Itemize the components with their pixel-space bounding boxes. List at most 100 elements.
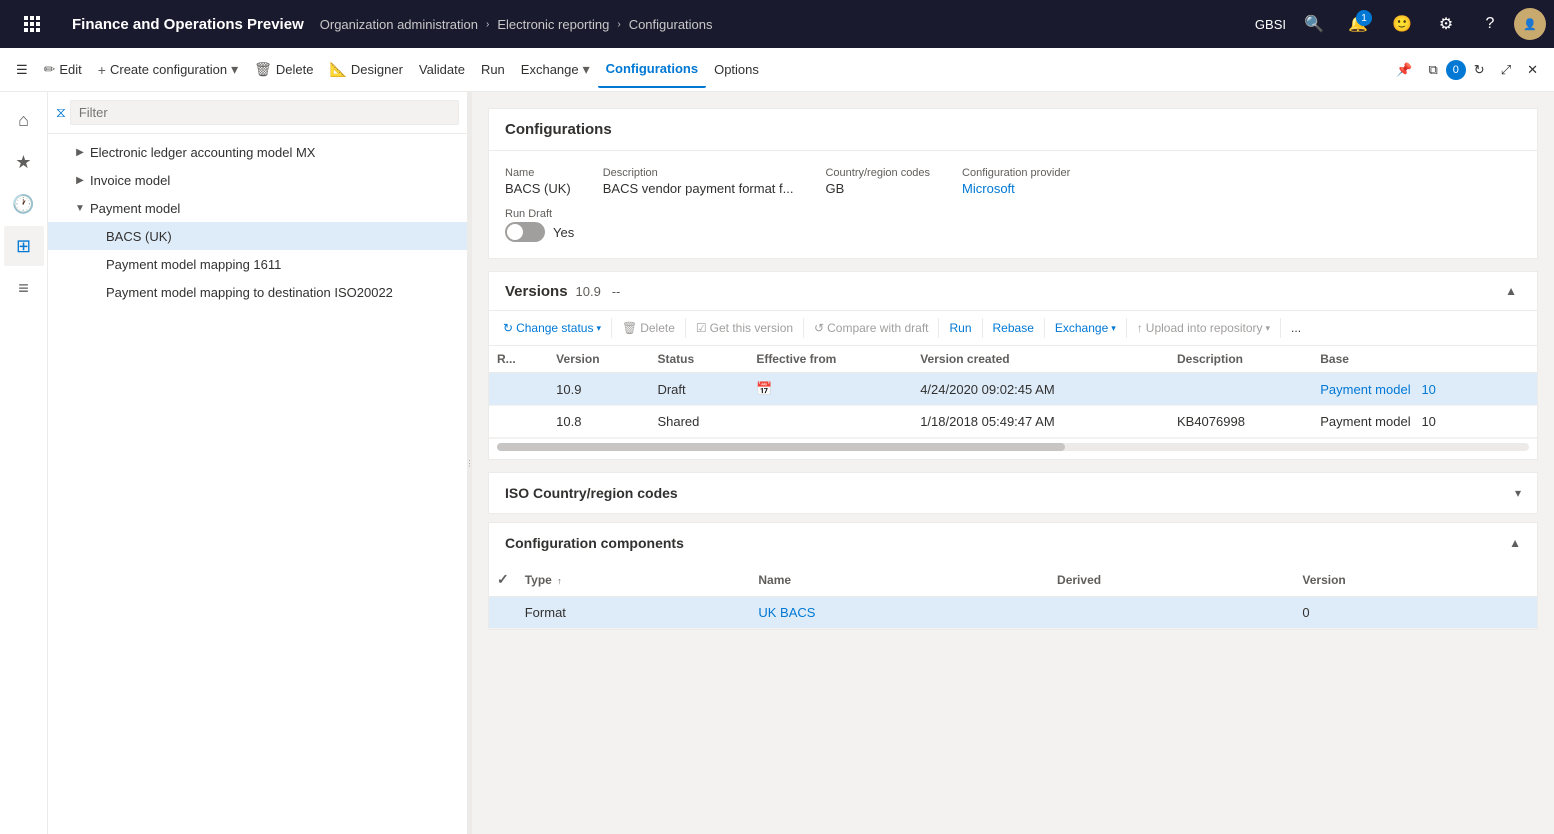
cell-desc-109 bbox=[1169, 373, 1312, 406]
version-row-109[interactable]: 10.9 Draft 📅 4/24/2020 09:02:45 AM Payme… bbox=[489, 373, 1537, 406]
country-label: Country/region codes bbox=[825, 167, 930, 179]
tree-item-payment[interactable]: ▼ Payment model bbox=[48, 194, 467, 222]
comp-cell-name: UK BACS bbox=[750, 597, 1049, 629]
tree-filter-area: ⧖ bbox=[48, 92, 467, 134]
badge-0-button[interactable]: 0 bbox=[1446, 60, 1466, 80]
tree-panel: ⧖ ▶ Electronic ledger accounting model M… bbox=[48, 92, 468, 834]
tree-item-mapping1611[interactable]: Payment model mapping 1611 bbox=[48, 250, 467, 278]
exchange-button[interactable]: Exchange ▾ bbox=[513, 52, 598, 88]
versions-delete-icon: 🗑 bbox=[622, 321, 637, 335]
run-button[interactable]: Run bbox=[473, 52, 513, 88]
iso-section-title: ISO Country/region codes bbox=[505, 485, 678, 501]
comp-table-header: ✓ Type ↑ Name Derived bbox=[489, 563, 1537, 597]
search-nav-icon[interactable]: 🔍 bbox=[1294, 4, 1334, 44]
col-effective-from: Effective from bbox=[748, 346, 912, 373]
user-avatar[interactable]: 👤 bbox=[1514, 8, 1546, 40]
hamburger-menu-button[interactable]: ☰ bbox=[8, 52, 36, 88]
waffle-menu-icon[interactable] bbox=[8, 0, 56, 48]
provider-link[interactable]: Microsoft bbox=[962, 181, 1070, 196]
configurations-card: Configurations Name BACS (UK) Descriptio… bbox=[488, 108, 1538, 259]
sidebar-star-icon[interactable]: ★ bbox=[4, 142, 44, 182]
edit-button[interactable]: ✏ Edit bbox=[36, 52, 90, 88]
versions-run-button[interactable]: Run bbox=[943, 317, 977, 339]
change-status-button[interactable]: ↻ Change status ▾ bbox=[497, 317, 607, 339]
expand-icon[interactable]: ⤢ bbox=[1493, 52, 1519, 88]
sidebar-home-icon[interactable]: ⌂ bbox=[4, 100, 44, 140]
rebase-button[interactable]: Rebase bbox=[987, 317, 1040, 339]
vtb-sep-2 bbox=[685, 318, 686, 338]
version-row-108[interactable]: 10.8 Shared 1/18/2018 05:49:47 AM KB4076… bbox=[489, 406, 1537, 438]
versions-table: R... Version Status Effective from Versi… bbox=[489, 346, 1537, 438]
description-label: Description bbox=[603, 167, 794, 179]
iso-collapse-header[interactable]: ISO Country/region codes ▾ bbox=[489, 473, 1537, 513]
tree-item-elam[interactable]: ▶ Electronic ledger accounting model MX bbox=[48, 138, 467, 166]
filter-input[interactable] bbox=[70, 100, 459, 125]
designer-button[interactable]: 📐 Designer bbox=[321, 52, 410, 88]
run-draft-toggle[interactable] bbox=[505, 222, 545, 242]
compare-draft-button[interactable]: ↺ Compare with draft bbox=[808, 317, 934, 339]
versions-exchange-button[interactable]: Exchange ▾ bbox=[1049, 317, 1122, 339]
comp-cell-type: Format bbox=[517, 597, 751, 629]
sidebar-list-icon[interactable]: ≡ bbox=[4, 268, 44, 308]
breadcrumb-item-config[interactable]: Configurations bbox=[629, 17, 713, 32]
cell-base-109: Payment model 10 bbox=[1312, 373, 1537, 406]
smiley-icon[interactable]: 🙂 bbox=[1382, 4, 1422, 44]
pin-icon[interactable]: 📌 bbox=[1388, 52, 1420, 88]
create-config-chevron-icon: ▾ bbox=[231, 61, 238, 78]
breadcrumb-item-er[interactable]: Electronic reporting bbox=[497, 17, 609, 32]
calendar-icon[interactable]: 📅 bbox=[756, 381, 772, 396]
versions-delete-button[interactable]: 🗑 Delete bbox=[616, 317, 681, 339]
sidebar: ⌂ ★ 🕐 ⊞ ≡ bbox=[0, 92, 48, 834]
tree-item-bacs[interactable]: BACS (UK) bbox=[48, 222, 467, 250]
validate-button[interactable]: Validate bbox=[411, 52, 473, 88]
config-components-header[interactable]: Configuration components ▲ bbox=[489, 523, 1537, 563]
nav-icons: GBSI 🔍 🔔 1 🙂 ⚙ ? 👤 bbox=[1255, 4, 1546, 44]
settings-icon[interactable]: ⚙ bbox=[1426, 4, 1466, 44]
name-field: Name BACS (UK) bbox=[505, 167, 571, 196]
expand-bacs-icon bbox=[88, 228, 104, 244]
refresh-icon[interactable]: ↻ bbox=[1466, 52, 1493, 88]
col-status: Status bbox=[649, 346, 748, 373]
name-label: Name bbox=[505, 167, 571, 179]
sidebar-recent-icon[interactable]: 🕐 bbox=[4, 184, 44, 224]
base-version-link-109[interactable]: 10 bbox=[1421, 382, 1435, 397]
base-link-109[interactable]: Payment model bbox=[1320, 382, 1410, 397]
comp-name-link[interactable]: UK BACS bbox=[758, 605, 815, 620]
user-label: GBSI bbox=[1255, 17, 1286, 32]
split-view-icon[interactable]: ⧉ bbox=[1420, 52, 1445, 88]
versions-collapse-icon[interactable]: ▲ bbox=[1501, 280, 1521, 302]
main-layout: ⌂ ★ 🕐 ⊞ ≡ ⧖ ▶ Electronic ledger accounti… bbox=[0, 92, 1554, 834]
versions-card: Versions 10.9 -- ▲ ↻ Change status ▾ bbox=[488, 271, 1538, 460]
hscroll-track[interactable] bbox=[497, 443, 1529, 451]
vtb-sep-6 bbox=[1044, 318, 1045, 338]
plus-icon: + bbox=[98, 62, 106, 78]
configurations-tab-button[interactable]: Configurations bbox=[598, 52, 706, 88]
config-components-table: ✓ Type ↑ Name Derived bbox=[489, 563, 1537, 629]
delete-button[interactable]: 🗑 Delete bbox=[246, 52, 321, 88]
comp-cell-check bbox=[489, 597, 517, 629]
country-value: GB bbox=[825, 181, 930, 196]
notification-icon[interactable]: 🔔 1 bbox=[1338, 4, 1378, 44]
tree-item-invoice[interactable]: ▶ Invoice model bbox=[48, 166, 467, 194]
sidebar-grid-icon[interactable]: ⊞ bbox=[4, 226, 44, 266]
cell-base-108: Payment model 10 bbox=[1312, 406, 1537, 438]
type-sort-icon[interactable]: ↑ bbox=[557, 576, 562, 586]
help-icon[interactable]: ? bbox=[1470, 4, 1510, 44]
tree-item-mappingiso[interactable]: Payment model mapping to destination ISO… bbox=[48, 278, 467, 306]
options-button[interactable]: Options bbox=[706, 52, 767, 88]
delete-icon: 🗑 bbox=[254, 61, 272, 78]
col-version-created: Version created bbox=[912, 346, 1169, 373]
comp-row-ukbacs[interactable]: Format UK BACS 0 bbox=[489, 597, 1537, 629]
versions-toolbar: ↻ Change status ▾ 🗑 Delete ☑ Get this ve… bbox=[489, 311, 1537, 346]
more-button[interactable]: ... bbox=[1285, 317, 1307, 339]
upload-repository-button[interactable]: ↑ Upload into repository ▾ bbox=[1131, 317, 1276, 339]
config-components-section: Configuration components ▲ ✓ Type ↑ bbox=[488, 522, 1538, 630]
tree-content: ▶ Electronic ledger accounting model MX … bbox=[48, 134, 467, 834]
create-configuration-button[interactable]: + Create configuration ▾ bbox=[90, 52, 246, 88]
breadcrumb-item-org[interactable]: Organization administration bbox=[320, 17, 478, 32]
run-draft-row: Run Draft Yes bbox=[505, 208, 1521, 242]
hscroll-thumb[interactable] bbox=[497, 443, 1065, 451]
get-this-version-button[interactable]: ☑ Get this version bbox=[690, 317, 799, 339]
close-icon[interactable]: ✕ bbox=[1519, 52, 1546, 88]
vtb-sep-1 bbox=[611, 318, 612, 338]
